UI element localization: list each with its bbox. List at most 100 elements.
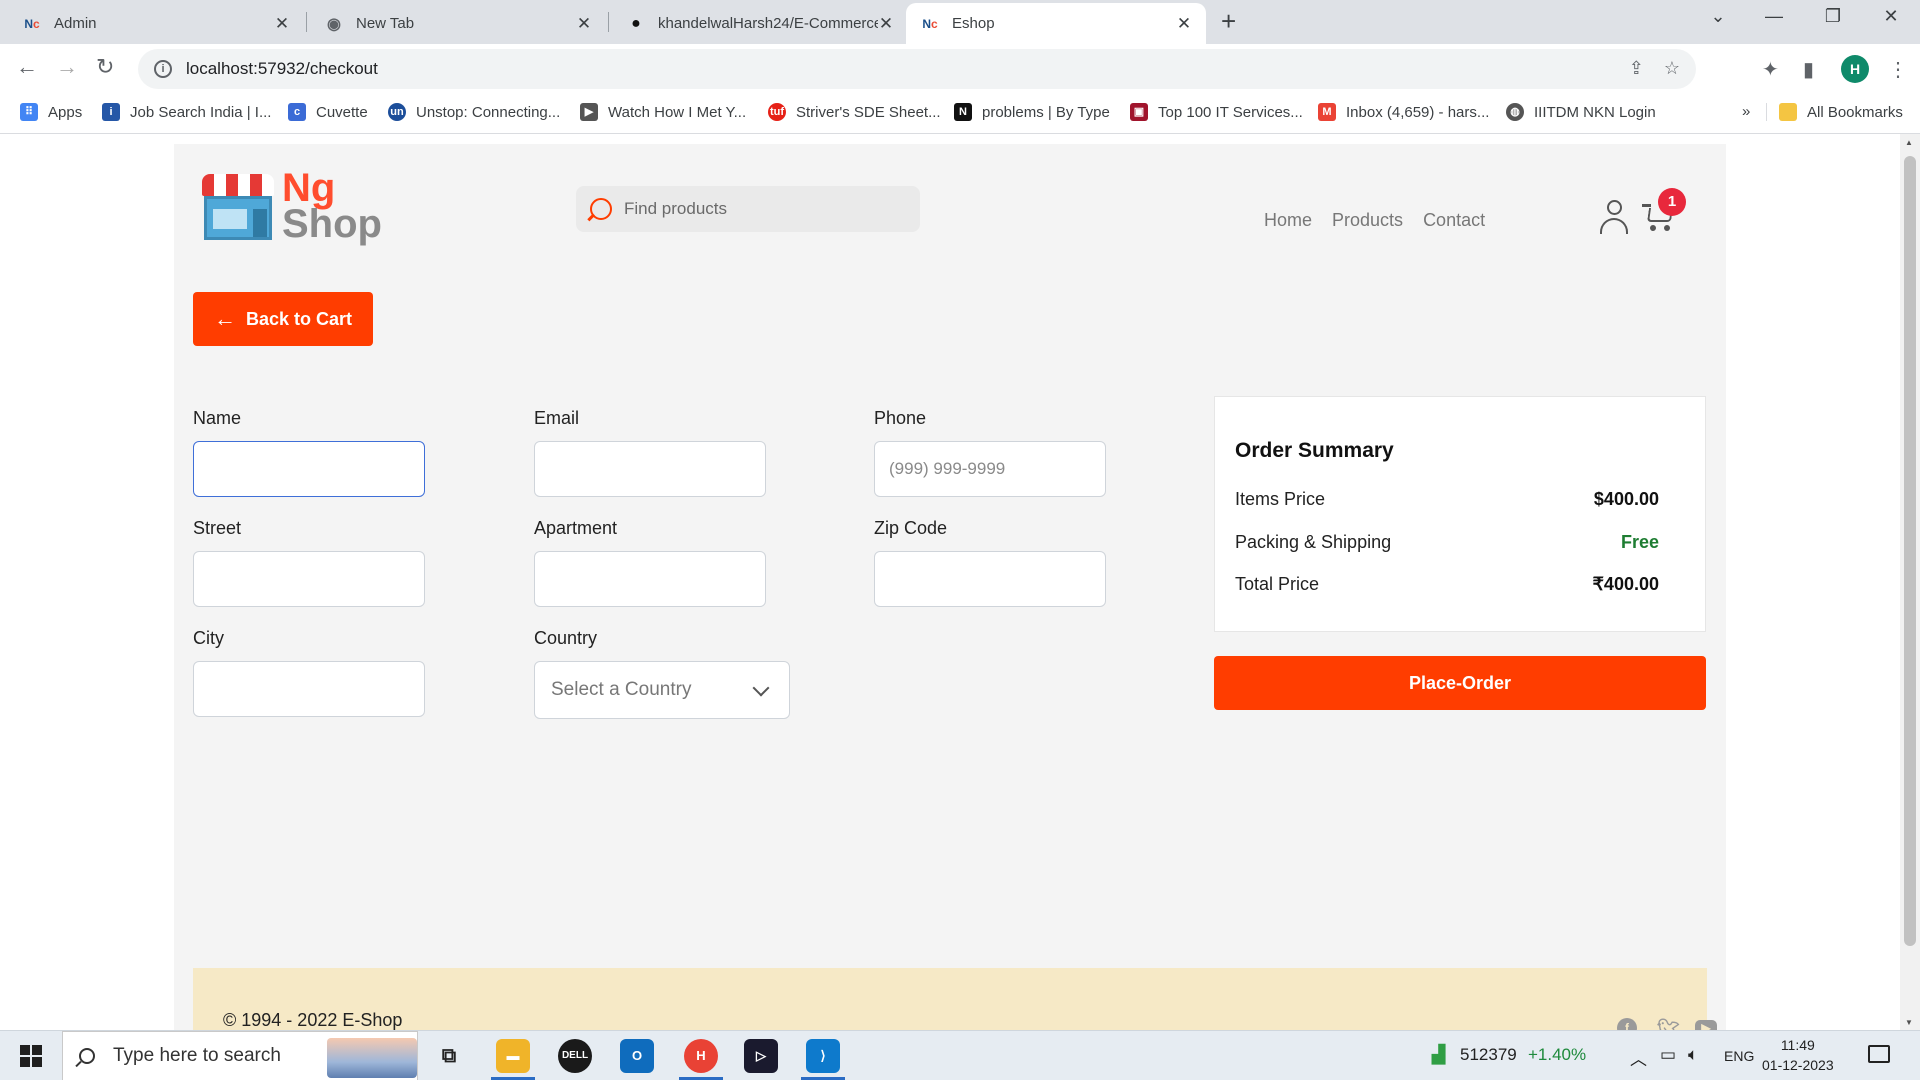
- shipping-row: Packing & Shipping Free: [1235, 532, 1659, 553]
- back-arrow-icon[interactable]: ←: [16, 54, 38, 80]
- side-panel-icon[interactable]: ▮: [1803, 57, 1814, 82]
- notification-icon[interactable]: [1868, 1045, 1890, 1063]
- street-label: Street: [193, 518, 242, 538]
- bookmark-label: Apps: [48, 103, 83, 121]
- bookmark-label: Inbox (4,659) - hars...: [1346, 103, 1490, 121]
- task-view-icon[interactable]: ⧉: [432, 1039, 466, 1073]
- profile-avatar[interactable]: H: [1841, 55, 1869, 83]
- tab-eshop[interactable]: Nc Eshop ✕: [906, 3, 1206, 44]
- close-icon[interactable]: ✕: [274, 14, 290, 34]
- youtube-icon[interactable]: ▶: [1695, 1020, 1717, 1030]
- windows-start-icon[interactable]: [20, 1045, 42, 1067]
- scrollbar-thumb[interactable]: [1904, 156, 1916, 946]
- bookmark-apps[interactable]: ⠿ Apps: [20, 103, 82, 121]
- zip-field[interactable]: [874, 551, 1106, 607]
- page-scrollbar[interactable]: ▲ ▼: [1900, 134, 1920, 1030]
- volume-icon[interactable]: 🔈︎: [1688, 1045, 1698, 1065]
- forward-arrow-icon[interactable]: →: [56, 54, 78, 80]
- place-order-button[interactable]: Place-Order: [1214, 656, 1706, 710]
- bookmark-gmail[interactable]: M Inbox (4,659) - hars...: [1318, 103, 1489, 121]
- system-clock[interactable]: 11:49 01-12-2023: [1762, 1035, 1834, 1075]
- window-close-icon[interactable]: ✕: [1871, 6, 1911, 27]
- total-price-row: Total Price ₹400.00: [1235, 574, 1659, 595]
- bookmark-label: Cuvette: [316, 103, 368, 121]
- bookmark-label: Striver's SDE Sheet...: [796, 103, 941, 121]
- street-field[interactable]: [193, 551, 425, 607]
- product-search[interactable]: [576, 186, 920, 232]
- extensions-icon[interactable]: ✦: [1762, 57, 1779, 82]
- chevron-up-icon[interactable]: ︿: [1630, 1045, 1647, 1070]
- stock-change[interactable]: +1.40%: [1528, 1045, 1586, 1065]
- order-summary-card: Order Summary Items Price $400.00 Packin…: [1214, 396, 1706, 632]
- search-input[interactable]: [624, 199, 904, 219]
- tab-divider: [306, 12, 307, 32]
- bookmarks-overflow[interactable]: »: [1742, 103, 1750, 120]
- vscode-icon[interactable]: ⟩: [806, 1039, 840, 1073]
- page-viewport: Ng Shop Home Products Contact 1 ← Back t…: [0, 134, 1900, 1030]
- scroll-down-icon[interactable]: ▼: [1905, 1018, 1913, 1027]
- tab-search-chevron-icon[interactable]: ⌄: [1698, 6, 1738, 27]
- menu-kebab-icon[interactable]: ⋮: [1888, 57, 1908, 82]
- bookmark-cuvette[interactable]: c Cuvette: [288, 103, 368, 121]
- all-bookmarks[interactable]: All Bookmarks: [1766, 103, 1903, 121]
- facebook-icon[interactable]: f: [1617, 1018, 1637, 1030]
- close-icon[interactable]: ✕: [1176, 14, 1192, 34]
- bookmark-label: Unstop: Connecting...: [416, 103, 561, 121]
- bookmark-unstop[interactable]: un Unstop: Connecting...: [388, 103, 560, 121]
- site-info-icon[interactable]: i: [154, 60, 172, 78]
- minimize-icon[interactable]: —: [1754, 6, 1794, 27]
- url-text[interactable]: localhost:57932/checkout: [186, 59, 378, 79]
- language-indicator[interactable]: ENG: [1724, 1048, 1754, 1064]
- apartment-field[interactable]: [534, 551, 766, 607]
- store-door: [253, 209, 267, 237]
- twitter-icon[interactable]: 🐦︎: [1657, 1018, 1680, 1030]
- file-explorer-icon[interactable]: ▬: [496, 1039, 530, 1073]
- email-field[interactable]: [534, 441, 766, 497]
- outlook-icon[interactable]: O: [620, 1039, 654, 1073]
- cart-count-badge[interactable]: 1: [1658, 188, 1686, 216]
- bookmark-top-it[interactable]: ▣ Top 100 IT Services...: [1130, 103, 1303, 121]
- bookmark-job-search[interactable]: i Job Search India | I...: [102, 103, 271, 121]
- taskbar-search-placeholder: Type here to search: [113, 1045, 281, 1066]
- close-icon[interactable]: ✕: [576, 14, 592, 34]
- address-bar[interactable]: i localhost:57932/checkout ⇪ ☆: [138, 49, 1696, 89]
- city-field[interactable]: [193, 661, 425, 717]
- phone-field[interactable]: [874, 441, 1106, 497]
- bookmark-label: Top 100 IT Services...: [1158, 103, 1303, 121]
- order-summary-title: Order Summary: [1235, 439, 1394, 462]
- battery-icon[interactable]: ▭: [1660, 1045, 1676, 1065]
- bookmark-notion[interactable]: Nproblems | By Type: [954, 103, 1110, 121]
- city-label: City: [193, 628, 224, 648]
- stock-value[interactable]: 512379: [1460, 1045, 1517, 1065]
- tab-title: Admin: [54, 15, 97, 32]
- tab-new-tab[interactable]: ◉ New Tab ✕: [310, 3, 606, 44]
- name-field[interactable]: [193, 441, 425, 497]
- close-icon[interactable]: ✕: [878, 14, 894, 34]
- back-to-cart-button[interactable]: ← Back to Cart: [193, 292, 373, 346]
- bookmark-striver[interactable]: tuf Striver's SDE Sheet...: [768, 103, 941, 121]
- store-awning: [202, 174, 274, 196]
- reload-icon[interactable]: ↻: [96, 54, 114, 80]
- restore-icon[interactable]: ❐: [1813, 6, 1853, 27]
- country-select[interactable]: Select a Country: [534, 661, 790, 719]
- ngshop-logo[interactable]: Ng Shop: [202, 168, 382, 248]
- user-icon[interactable]: [1598, 200, 1630, 234]
- nav-home[interactable]: Home: [1264, 210, 1312, 231]
- nav-contact[interactable]: Contact: [1423, 210, 1485, 231]
- dell-icon[interactable]: DELL: [558, 1039, 592, 1073]
- bookmark-himym[interactable]: ▶ Watch How I Met Y...: [580, 103, 746, 121]
- tab-admin[interactable]: Nc Admin ✕: [8, 3, 304, 44]
- browser-tab-strip: Nc Admin ✕ ◉ New Tab ✕ ● khandelwalHarsh…: [0, 0, 1920, 44]
- bookmark-label: All Bookmarks: [1807, 103, 1903, 121]
- country-select-value: Select a Country: [551, 679, 692, 700]
- scroll-up-icon[interactable]: ▲: [1905, 138, 1913, 147]
- nav-products[interactable]: Products: [1332, 210, 1403, 231]
- new-tab-icon[interactable]: +: [1221, 6, 1236, 37]
- bookmark-iiitdm[interactable]: ◍ IIITDM NKN Login: [1506, 103, 1656, 121]
- chrome-icon[interactable]: H: [684, 1039, 718, 1073]
- share-and-bookmark-icons[interactable]: ⇪ ☆: [1629, 58, 1680, 79]
- stock-chart-icon[interactable]: ▟: [1432, 1045, 1445, 1065]
- app-icon[interactable]: ▷: [744, 1039, 778, 1073]
- tab-github[interactable]: ● khandelwalHarsh24/E-Commerce ✕: [612, 3, 908, 44]
- taskbar-search[interactable]: Type here to search: [62, 1031, 418, 1080]
